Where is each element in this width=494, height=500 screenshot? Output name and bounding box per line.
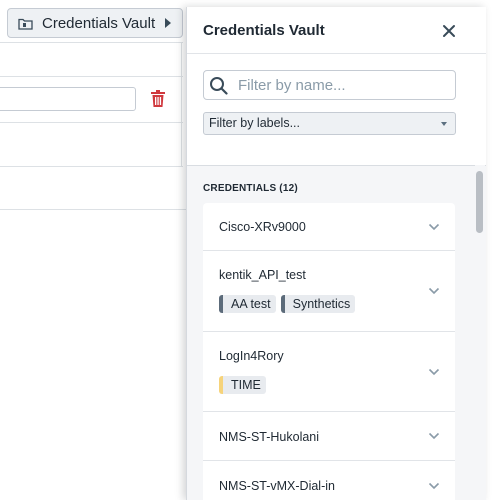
credential-name: Cisco-XRv9000 xyxy=(219,220,306,234)
search-icon xyxy=(210,77,228,95)
filter-panel: Filter by labels... xyxy=(187,54,486,166)
label-tag: Synthetics xyxy=(280,295,356,313)
credentials-list: Cisco-XRv9000 kentik_API_test AA test Sy… xyxy=(203,203,455,500)
tag-list: AA test Synthetics xyxy=(219,295,455,313)
credential-card[interactable]: kentik_API_test AA test Synthetics xyxy=(203,251,455,332)
divider xyxy=(0,122,183,123)
scrollbar-thumb[interactable] xyxy=(476,171,483,233)
credential-card[interactable]: Cisco-XRv9000 xyxy=(203,203,455,251)
credential-card[interactable]: NMS-ST-Hukolani xyxy=(203,412,455,461)
chevron-down-icon[interactable] xyxy=(428,482,440,490)
divider xyxy=(0,76,183,77)
credential-card[interactable]: NMS-ST-vMX-Dial-in xyxy=(203,461,455,500)
search-input[interactable] xyxy=(238,75,448,95)
search-field[interactable] xyxy=(203,70,456,100)
credential-name: LogIn4Rory xyxy=(219,349,284,363)
drawer-title: Credentials Vault xyxy=(203,21,325,39)
label-filter-value: Filter by labels... xyxy=(209,116,301,130)
label-filter-select[interactable]: Filter by labels... xyxy=(203,112,456,135)
chevron-down-icon[interactable] xyxy=(428,432,440,440)
caret-right-icon xyxy=(165,18,171,28)
chevron-down-icon[interactable] xyxy=(428,223,440,231)
chevron-down-icon[interactable] xyxy=(428,287,440,295)
credentials-section-title: CREDENTIALS (12) xyxy=(203,183,298,194)
credentials-vault-button[interactable]: Credentials Vault xyxy=(7,8,183,38)
credential-name: NMS-ST-vMX-Dial-in xyxy=(219,479,335,493)
trash-icon[interactable] xyxy=(150,90,166,108)
divider xyxy=(181,42,182,166)
credentials-vault-drawer: Credentials Vault Filter by labels... CR… xyxy=(186,7,486,500)
close-icon[interactable] xyxy=(441,23,457,39)
divider xyxy=(0,42,183,43)
credential-card[interactable]: LogIn4Rory TIME xyxy=(203,332,455,412)
label-tag: TIME xyxy=(219,376,266,394)
caret-down-icon xyxy=(441,122,447,126)
divider xyxy=(0,209,186,210)
credentials-vault-button-label: Credentials Vault xyxy=(42,14,156,32)
background-text-field[interactable] xyxy=(0,87,136,111)
credential-name: kentik_API_test xyxy=(219,268,306,282)
chevron-down-icon[interactable] xyxy=(428,368,440,376)
tag-list: TIME xyxy=(219,376,455,394)
divider xyxy=(0,166,183,167)
page: Credentials Vault Credentials Vault Filt… xyxy=(0,0,494,500)
label-tag: AA test xyxy=(219,295,276,313)
credential-name: NMS-ST-Hukolani xyxy=(219,430,320,444)
folder-icon xyxy=(18,18,33,30)
